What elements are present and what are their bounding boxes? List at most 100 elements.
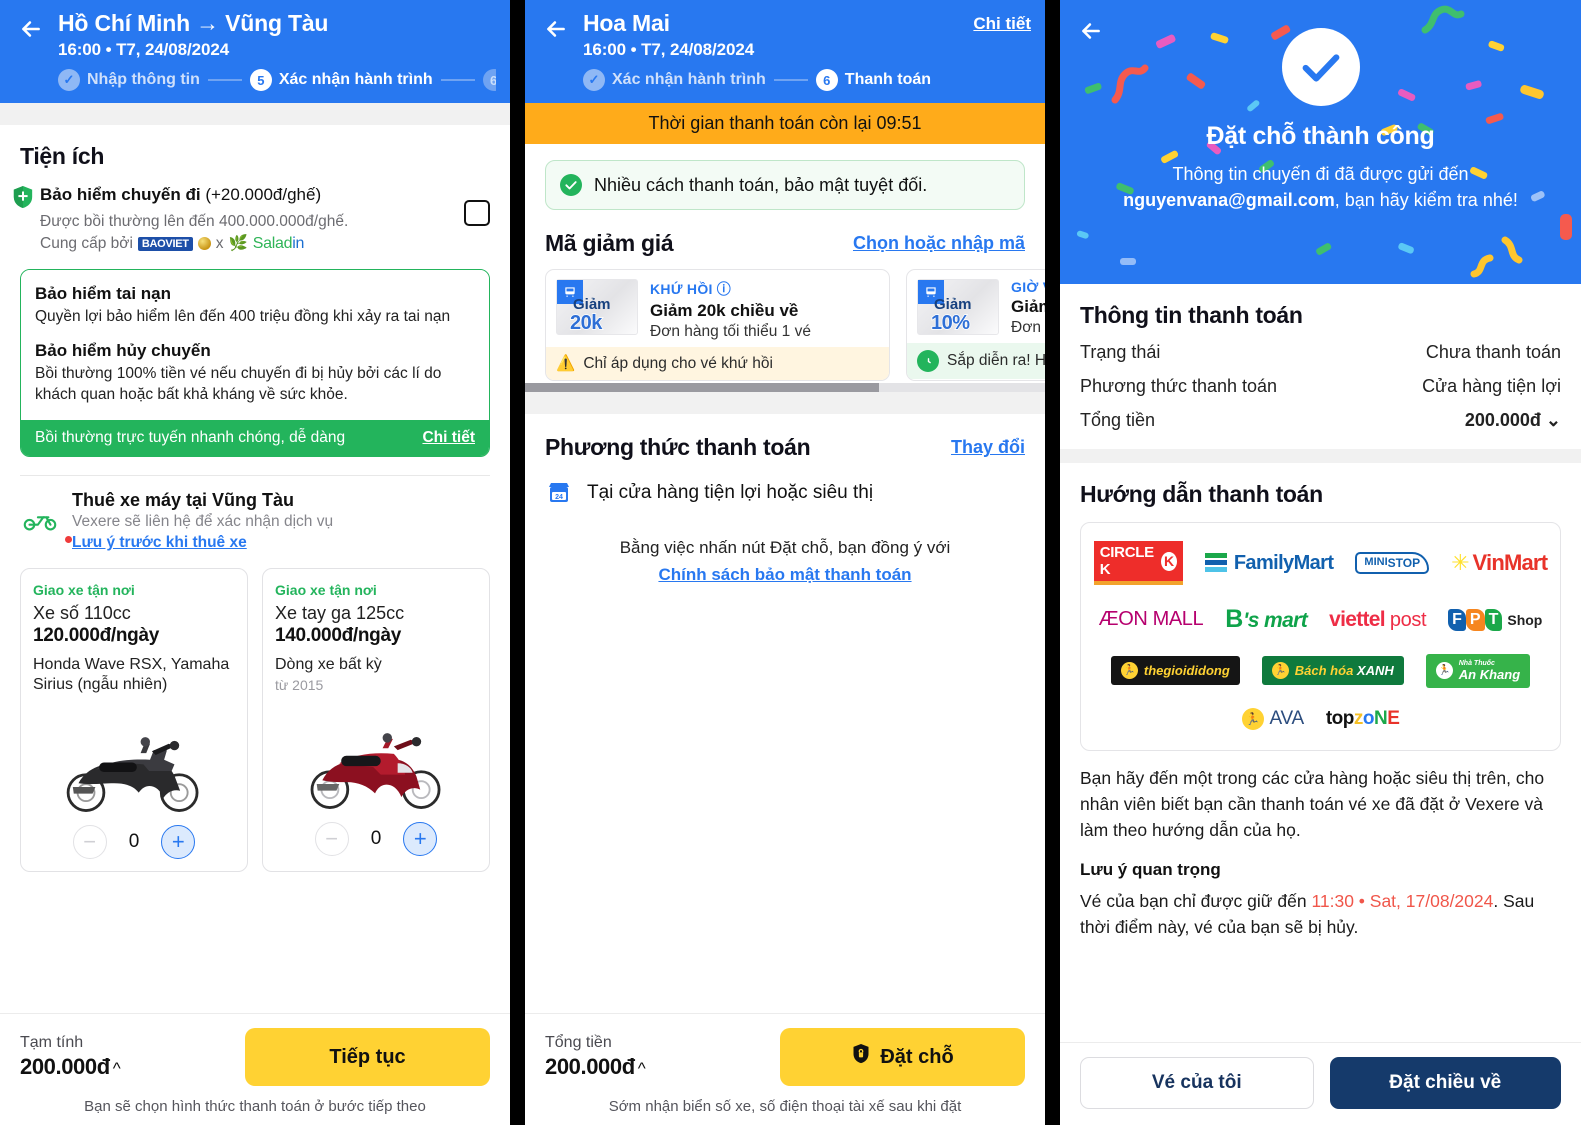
bike-note-wrapper: Lưu ý trước khi thuê xe [65, 534, 247, 552]
voucher-card[interactable]: Giảm 20k KHỨ HỒI ⓘ Giảm 20k chiều về Đơn… [545, 269, 890, 382]
ministop-logo: MINI STOP [1355, 551, 1430, 575]
my-tickets-button[interactable]: Vé của tôi [1080, 1057, 1314, 1109]
step-number: 6 [815, 69, 838, 92]
note-deadline: 11:30 • Sat, 17/08/2024 [1311, 890, 1494, 911]
bike-card[interactable]: Giao xe tận nơi Xe tay ga 125cc 140.000đ… [262, 567, 490, 873]
bike-note-link[interactable]: Lưu ý trước khi thuê xe [72, 534, 247, 551]
voucher-title: Mã giảm giá [545, 230, 674, 257]
back-arrow-icon[interactable] [539, 12, 573, 46]
change-payment-link[interactable]: Thay đổi [951, 437, 1025, 458]
success-hero: Đặt chỗ thành công Thông tin chuyến đi đ… [1060, 0, 1581, 284]
bike-card[interactable]: Giao xe tận nơi Xe số 110cc 120.000đ/ngà… [20, 567, 248, 873]
ankhang-logo: 🏃 Nhà Thuốc An Khang [1425, 654, 1531, 688]
success-title: Đặt chỗ thành công [1206, 122, 1435, 150]
amenities-section: Tiện ích [0, 125, 510, 170]
continue-button[interactable]: Tiếp tục [245, 1028, 490, 1086]
voucher-thumbnail: Giảm 20k [556, 279, 638, 336]
decrement-button[interactable]: − [72, 825, 107, 860]
shield-icon [12, 185, 34, 209]
payment-countdown-banner: Thời gian thanh toán còn lại 09:51 [525, 103, 1045, 145]
voucher-condition: Đơn [1011, 319, 1041, 337]
back-arrow-icon[interactable] [14, 12, 48, 46]
choose-voucher-link[interactable]: Chọn hoặc nhập mã [853, 233, 1025, 254]
book-seat-label: Đặt chỗ [880, 1045, 954, 1068]
info-icon[interactable]: ⓘ [717, 279, 731, 299]
familymart-logo: FamilyMart [1204, 552, 1334, 575]
insurance-footer-text: Bồi thường trực tuyến nhanh chóng, dễ dà… [35, 428, 346, 446]
info-value: Cửa hàng tiện lợi [1422, 376, 1561, 396]
info-label: Tổng tiền [1080, 410, 1156, 430]
step-thanh-toan[interactable]: 6 Thanh [482, 69, 496, 92]
voucher-footer-text: Sắp diễn ra! Hi [947, 352, 1045, 370]
voucher-scrollbar[interactable] [525, 383, 1045, 393]
panel-trip-amenities: Hồ Chí Minh → Vũng Tàu 16:00 • T7, 24/08… [0, 0, 510, 1125]
continue-button-label: Tiếp tục [329, 1045, 406, 1068]
voucher-thumb-line1: Giảm [934, 296, 972, 314]
step-thanh-toan[interactable]: 6 Thanh toán [815, 69, 931, 92]
total-block[interactable]: Tổng tiền 200.000đ ^ [545, 1034, 646, 1080]
total-amount: 200.000đ ^ [545, 1054, 646, 1079]
chevron-up-icon[interactable]: ^ [113, 1059, 121, 1078]
step-check-icon: ✓ [58, 69, 80, 92]
privacy-policy-link[interactable]: Chính sách bảo mật thanh toán [555, 562, 1015, 588]
trip-detail-link[interactable]: Chi tiết [973, 10, 1031, 34]
trip-datetime: 16:00 • T7, 24/08/2024 [58, 40, 230, 60]
insurance-detail-link[interactable]: Chi tiết [422, 429, 475, 447]
baoviet-logo: BAOVIET [137, 236, 193, 251]
motorbike-icon [20, 510, 60, 531]
bike-qty-stepper: − 0 + [275, 822, 477, 857]
back-arrow-icon[interactable] [1074, 14, 1108, 48]
voucher-section-header: Mã giảm giá Chọn hoặc nhập mã [525, 210, 1045, 257]
success-check-icon [1281, 28, 1360, 106]
status-badge: Chưa thanh toán [1425, 342, 1561, 362]
bike-delivery-tag: Giao xe tận nơi [275, 581, 377, 598]
store-logo-row: CIRCLE KK FamilyMart MINI STOP ✳ VinMart [1093, 541, 1548, 585]
decrement-button[interactable]: − [314, 822, 349, 857]
voucher-footer-upcoming: Sắp diễn ra! Hi [907, 343, 1045, 380]
section-divider-band [525, 392, 1045, 415]
operator-name: Hoa Mai [583, 10, 670, 36]
insurance-desc: Được bồi thường lên đến 400.000.000đ/ghế… [40, 212, 349, 230]
voucher-carousel[interactable]: Giảm 20k KHỨ HỒI ⓘ Giảm 20k chiều về Đơn… [525, 257, 1045, 382]
agreement-text: Bằng việc nhấn nút Đặt chỗ, bạn đồng ý v… [619, 538, 951, 558]
bike-rental-subtitle: Vexere sẽ liên hệ để xác nhận dịch vụ [72, 512, 334, 530]
increment-button[interactable]: + [403, 822, 438, 857]
info-value: 200.000đ ⌄ [1464, 410, 1561, 430]
success-message: Thông tin chuyến đi đã được gửi đến nguy… [1060, 161, 1581, 213]
book-seat-button[interactable]: Đặt chỗ [780, 1028, 1025, 1086]
info-row-method: Phương thức thanh toán Cửa hàng tiện lợi [1060, 376, 1581, 397]
store-logo-grid: CIRCLE KK FamilyMart MINI STOP ✳ VinMart Æ… [1080, 522, 1561, 751]
bike-price: 140.000đ/ngày [275, 624, 402, 646]
insurance-title-price: (+20.000đ/ghế) [200, 185, 322, 205]
info-row-total[interactable]: Tổng tiền 200.000đ ⌄ [1060, 410, 1581, 431]
step-xac-nhan-hanh-trinh[interactable]: 5 Xác nhận hành trình [249, 69, 433, 92]
subtotal-block[interactable]: Tạm tính 200.000đ ^ [20, 1034, 121, 1080]
book-return-button[interactable]: Đặt chiều về [1329, 1057, 1561, 1109]
bachhoaxanh-logo: 🏃 Bách hóa XANH [1261, 656, 1404, 686]
insurance-checkbox[interactable] [464, 200, 490, 227]
bike-qty-stepper: − 0 + [33, 825, 235, 860]
insurance-option[interactable]: Bảo hiểm chuyến đi (+20.000đ/ghế) Được b… [0, 170, 510, 253]
bike-rental-title: Thuê xe máy tại Vũng Tàu [72, 489, 295, 510]
total-label: Tổng tiền [545, 1034, 612, 1051]
insurance-title: Bảo hiểm chuyến đi (+20.000đ/ghế) [40, 184, 464, 206]
chevron-down-icon[interactable]: ⌄ [1546, 410, 1561, 430]
increment-button[interactable]: + [161, 825, 196, 860]
voucher-card[interactable]: Giảm 10% GIỜ V Giảm Đơn Sắp diễn ra! Hi [906, 269, 1045, 382]
bike-name: Xe số 110cc [33, 602, 131, 623]
step-label: Xác nhận hành trình [278, 71, 433, 89]
step-nhap-thong-tin[interactable]: ✓ Nhập thông tin [58, 69, 200, 92]
panel-gap [510, 0, 525, 1125]
three-panel-screenshot: Hồ Chí Minh → Vũng Tàu 16:00 • T7, 24/08… [0, 0, 1581, 1125]
panel3-bottom-bar: Vé của tôi Đặt chiều về [1060, 1042, 1581, 1125]
payment-method-row[interactable]: 24 Tại cửa hàng tiện lợi hoặc siêu thị [525, 461, 1045, 507]
step-xac-nhan-hanh-trinh[interactable]: ✓ Xác nhận hành trình [583, 69, 766, 92]
chevron-up-icon[interactable]: ^ [638, 1059, 646, 1078]
aeonmall-logo: ÆON MALL [1098, 608, 1204, 630]
baoviet-globe-icon [197, 237, 211, 251]
important-note-text: Vé của bạn chỉ được giữ đến 11:30 • Sat,… [1060, 880, 1581, 941]
voucher-title: Giảm [1011, 297, 1045, 317]
voucher-footer-warning: ⚠️ Chỉ áp dụng cho vé khứ hồi [546, 347, 889, 381]
step-label: Xác nhận hành trình [612, 71, 766, 89]
step-check-icon: ✓ [583, 69, 605, 92]
